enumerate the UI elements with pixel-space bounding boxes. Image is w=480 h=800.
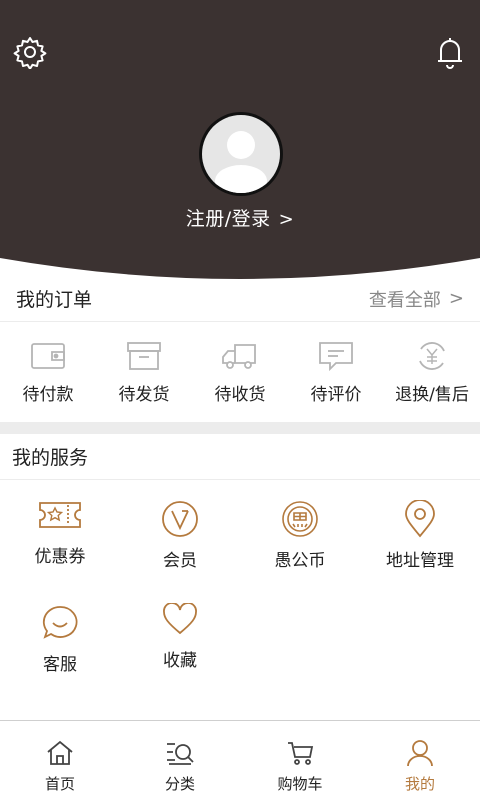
comment-icon bbox=[316, 338, 356, 374]
tab-cart[interactable]: 购物车 bbox=[240, 721, 360, 800]
login-label: 注册/登录 bbox=[185, 208, 271, 230]
service-label: 地址管理 bbox=[386, 551, 454, 571]
order-item-label: 待收货 bbox=[214, 385, 266, 405]
service-label: 愚公币 bbox=[274, 551, 326, 571]
tab-label: 我的 bbox=[404, 775, 435, 793]
section-divider bbox=[0, 422, 480, 434]
order-pending-review[interactable]: 待评价 bbox=[288, 330, 384, 410]
chevron-right-icon: > bbox=[278, 209, 295, 230]
service-address[interactable]: 地址管理 bbox=[360, 498, 480, 571]
cart-icon bbox=[285, 739, 315, 767]
customer-service-icon bbox=[38, 602, 82, 644]
chevron-right-icon: > bbox=[448, 288, 464, 309]
services-title: 我的服务 bbox=[12, 447, 89, 469]
service-coin[interactable]: 愚公币 bbox=[240, 498, 360, 571]
orders-header: 我的订单 查看全部 > bbox=[0, 276, 480, 322]
service-favorites[interactable]: 收藏 bbox=[120, 598, 240, 671]
order-item-label: 待评价 bbox=[310, 385, 362, 405]
orders-title: 我的订单 bbox=[16, 289, 93, 311]
coin-icon bbox=[278, 498, 322, 540]
services-header: 我的服务 bbox=[0, 434, 480, 480]
order-item-label: 退换/售后 bbox=[395, 385, 469, 405]
bell-icon[interactable] bbox=[432, 34, 468, 70]
package-box-icon bbox=[124, 338, 164, 374]
gear-icon[interactable] bbox=[12, 34, 48, 70]
wallet-icon bbox=[28, 338, 68, 374]
order-item-label: 待付款 bbox=[22, 385, 74, 405]
user-icon bbox=[405, 739, 435, 767]
tab-home[interactable]: 首页 bbox=[0, 721, 120, 800]
view-all-label: 查看全部 bbox=[368, 289, 441, 311]
truck-icon bbox=[220, 338, 260, 374]
service-label: 客服 bbox=[43, 655, 77, 675]
order-status-row: 待付款 待发货 待收货 待评价 退换/售后 bbox=[0, 330, 480, 410]
login-register-link[interactable]: 注册/登录 > bbox=[0, 204, 480, 231]
bottom-tab-bar: 首页 分类 购物车 我的 bbox=[0, 720, 480, 800]
vip-icon bbox=[158, 498, 202, 540]
order-pending-shipment[interactable]: 待发货 bbox=[96, 330, 192, 410]
tab-label: 分类 bbox=[164, 775, 195, 793]
service-coupon[interactable]: 优惠券 bbox=[0, 494, 120, 567]
service-label: 收藏 bbox=[163, 651, 197, 671]
coupon-icon bbox=[38, 494, 82, 536]
order-pending-payment[interactable]: 待付款 bbox=[0, 330, 96, 410]
tab-mine[interactable]: 我的 bbox=[360, 721, 480, 800]
tab-label: 首页 bbox=[44, 775, 75, 793]
service-label: 优惠券 bbox=[34, 547, 86, 567]
heart-icon bbox=[158, 598, 202, 640]
tab-category[interactable]: 分类 bbox=[120, 721, 240, 800]
service-customer-support[interactable]: 客服 bbox=[0, 602, 120, 675]
refund-yen-icon bbox=[412, 338, 452, 374]
order-pending-receipt[interactable]: 待收货 bbox=[192, 330, 288, 410]
default-user-icon bbox=[202, 115, 280, 193]
location-pin-icon bbox=[398, 498, 442, 540]
service-vip[interactable]: 会员 bbox=[120, 498, 240, 571]
order-refund-after-sales[interactable]: 退换/售后 bbox=[384, 330, 480, 410]
avatar[interactable] bbox=[199, 112, 283, 196]
home-icon bbox=[45, 739, 75, 767]
service-label: 会员 bbox=[163, 551, 197, 571]
category-search-icon bbox=[165, 739, 195, 767]
order-item-label: 待发货 bbox=[118, 385, 170, 405]
view-all-orders-link[interactable]: 查看全部 > bbox=[369, 286, 464, 312]
tab-label: 购物车 bbox=[277, 775, 323, 793]
